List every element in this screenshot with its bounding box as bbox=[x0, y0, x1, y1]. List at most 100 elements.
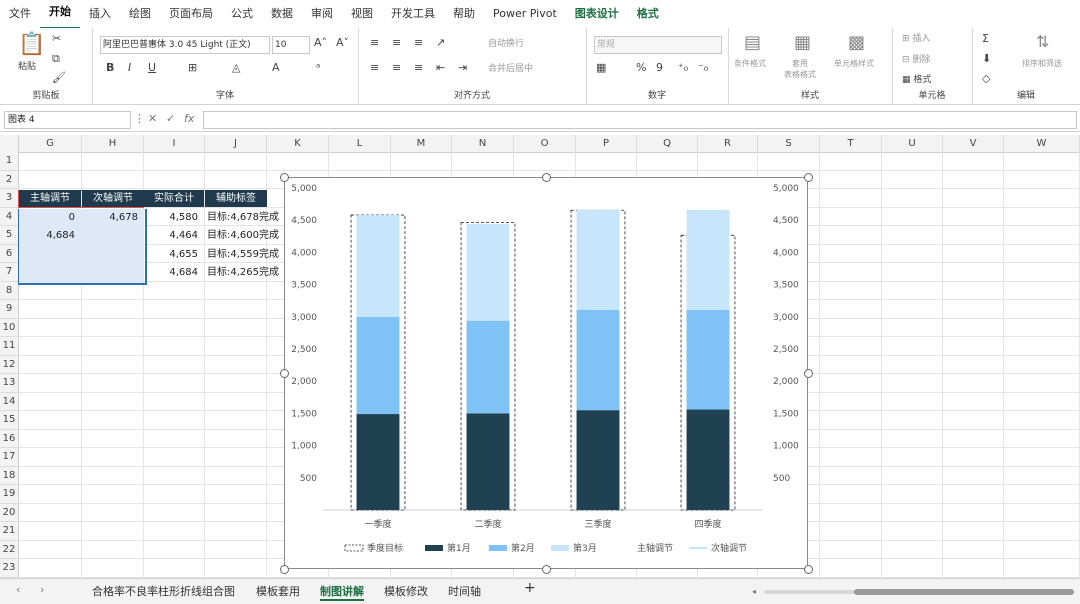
table-cell[interactable]: 4,655 bbox=[144, 246, 198, 263]
table-cell[interactable]: 目标:4,265完成 bbox=[205, 264, 285, 281]
row-header-23[interactable]: 23 bbox=[0, 559, 19, 578]
conditional-format-button[interactable]: 条件格式 bbox=[734, 58, 766, 69]
table-cell[interactable]: 4,464 bbox=[144, 227, 198, 244]
menu-tab-12[interactable]: 图表设计 bbox=[566, 0, 628, 28]
font-color-icon[interactable]: A bbox=[272, 61, 280, 74]
align-left-icon[interactable]: ≡ bbox=[370, 61, 379, 74]
row-header-18[interactable]: 18 bbox=[0, 466, 19, 485]
column-header-O[interactable]: O bbox=[514, 135, 576, 153]
row-header-10[interactable]: 10 bbox=[0, 318, 19, 337]
column-header-G[interactable]: G bbox=[19, 135, 82, 153]
table-header-2[interactable]: 实际合计 bbox=[144, 190, 204, 207]
prev-sheet-icon[interactable]: ‹ bbox=[16, 583, 20, 596]
row-header-2[interactable]: 2 bbox=[0, 170, 19, 189]
menu-tab-10[interactable]: 帮助 bbox=[444, 0, 484, 28]
merge-center-button[interactable]: 合并后居中 bbox=[488, 61, 533, 74]
border-icon[interactable]: ⊞ bbox=[188, 61, 197, 74]
accounting-icon[interactable]: ▦ bbox=[596, 61, 606, 74]
decrease-decimal-icon[interactable]: ⁻₀ bbox=[698, 61, 708, 74]
table-cell[interactable] bbox=[19, 246, 75, 263]
align-center-icon[interactable]: ≡ bbox=[392, 61, 401, 74]
name-box[interactable]: 图表 4 bbox=[4, 111, 131, 129]
resize-handle[interactable] bbox=[542, 173, 551, 182]
menu-tab-7[interactable]: 审阅 bbox=[302, 0, 342, 28]
comma-icon[interactable]: 9 bbox=[656, 61, 663, 74]
table-cell[interactable]: 0 bbox=[19, 209, 75, 226]
fill-icon[interactable]: ⬇ bbox=[982, 52, 991, 65]
bar-series-2[interactable] bbox=[686, 309, 730, 410]
format-painter-icon[interactable]: 🖌 bbox=[52, 71, 66, 84]
table-cell[interactable] bbox=[82, 264, 138, 281]
row-header-5[interactable]: 5 bbox=[0, 226, 19, 245]
row-header-17[interactable]: 17 bbox=[0, 448, 19, 467]
row-header-4[interactable]: 4 bbox=[0, 207, 19, 226]
menu-tab-4[interactable]: 页面布局 bbox=[160, 0, 222, 28]
align-bottom-icon[interactable]: ≡ bbox=[414, 36, 423, 49]
row-header-20[interactable]: 20 bbox=[0, 503, 19, 522]
row-header-11[interactable]: 11 bbox=[0, 337, 19, 356]
column-header-W[interactable]: W bbox=[1004, 135, 1080, 153]
row-header-12[interactable]: 12 bbox=[0, 355, 19, 374]
font-name-select[interactable]: 阿里巴巴普惠体 3.0 45 Light (正文) bbox=[100, 36, 270, 54]
table-cell[interactable]: 目标:4,559完成 bbox=[205, 246, 285, 263]
cancel-icon[interactable]: ✕ bbox=[148, 112, 157, 125]
sort-filter-icon[interactable]: ⇅ bbox=[1036, 32, 1049, 51]
table-cell[interactable]: 4,580 bbox=[144, 209, 198, 226]
row-header-13[interactable]: 13 bbox=[0, 374, 19, 393]
bar-series-1[interactable] bbox=[466, 413, 510, 510]
menu-tab-8[interactable]: 视图 bbox=[342, 0, 382, 28]
increase-font-icon[interactable]: A˄ bbox=[314, 36, 327, 49]
bold-button[interactable]: B bbox=[106, 61, 114, 74]
add-sheet-button[interactable]: + bbox=[524, 580, 536, 596]
column-header-I[interactable]: I bbox=[144, 135, 205, 153]
cell-styles-button[interactable]: 单元格样式 bbox=[834, 58, 874, 69]
table-cell[interactable]: 目标:4,678完成 bbox=[205, 209, 285, 226]
align-middle-icon[interactable]: ≡ bbox=[392, 36, 401, 49]
bar-series-1[interactable] bbox=[686, 409, 730, 510]
percent-icon[interactable]: % bbox=[636, 61, 646, 74]
column-header-U[interactable]: U bbox=[882, 135, 943, 153]
sheet-tab-1[interactable]: 模板套用 bbox=[256, 583, 300, 599]
sheet-tab-0[interactable]: 合格率不良率柱形折线组合图 bbox=[92, 583, 235, 599]
align-top-icon[interactable]: ≡ bbox=[370, 36, 379, 49]
column-header-T[interactable]: T bbox=[820, 135, 882, 153]
resize-handle[interactable] bbox=[280, 173, 289, 182]
sort-filter-button[interactable]: 排序和筛选 bbox=[1022, 58, 1062, 69]
menu-tab-9[interactable]: 开发工具 bbox=[382, 0, 444, 28]
fill-color-icon[interactable]: ◬ bbox=[232, 61, 240, 74]
wrap-text-button[interactable]: 自动换行 bbox=[488, 36, 524, 49]
cell-styles-icon[interactable]: ▩ bbox=[848, 32, 865, 53]
bar-series-2[interactable] bbox=[356, 316, 400, 415]
cut-icon[interactable]: ✂ bbox=[52, 32, 61, 45]
resize-handle[interactable] bbox=[804, 565, 813, 574]
resize-handle[interactable] bbox=[804, 369, 813, 378]
bar-series-3[interactable] bbox=[466, 224, 510, 321]
menu-tab-1[interactable]: 开始 bbox=[40, 0, 80, 29]
row-header-8[interactable]: 8 bbox=[0, 281, 19, 300]
column-header-R[interactable]: R bbox=[698, 135, 758, 153]
menu-tab-0[interactable]: 文件 bbox=[0, 0, 40, 28]
italic-button[interactable]: I bbox=[128, 61, 131, 74]
row-header-22[interactable]: 22 bbox=[0, 540, 19, 559]
menu-tab-2[interactable]: 插入 bbox=[80, 0, 120, 28]
menu-tab-13[interactable]: 格式 bbox=[628, 0, 668, 28]
bar-series-2[interactable] bbox=[466, 320, 510, 414]
table-header-0[interactable]: 主轴调节 bbox=[19, 190, 81, 207]
column-header-L[interactable]: L bbox=[329, 135, 391, 153]
table-cell[interactable]: 目标:4,600完成 bbox=[205, 227, 285, 244]
bar-series-3[interactable] bbox=[686, 209, 730, 310]
next-sheet-icon[interactable]: › bbox=[40, 583, 44, 596]
phonetic-icon[interactable]: ᵃ bbox=[316, 61, 320, 74]
column-header-M[interactable]: M bbox=[391, 135, 452, 153]
row-header-6[interactable]: 6 bbox=[0, 244, 19, 263]
number-format-select[interactable]: 常规 bbox=[594, 36, 722, 54]
clear-icon[interactable]: ◇ bbox=[982, 72, 990, 85]
column-header-P[interactable]: P bbox=[576, 135, 637, 153]
font-size-select[interactable]: 10 bbox=[272, 36, 310, 54]
bar-series-3[interactable] bbox=[356, 215, 400, 317]
resize-handle[interactable] bbox=[280, 565, 289, 574]
column-header-N[interactable]: N bbox=[452, 135, 514, 153]
table-cell[interactable] bbox=[82, 246, 138, 263]
format-as-table-icon[interactable]: ▦ bbox=[794, 32, 811, 53]
copy-icon[interactable]: ⧉ bbox=[52, 52, 60, 66]
